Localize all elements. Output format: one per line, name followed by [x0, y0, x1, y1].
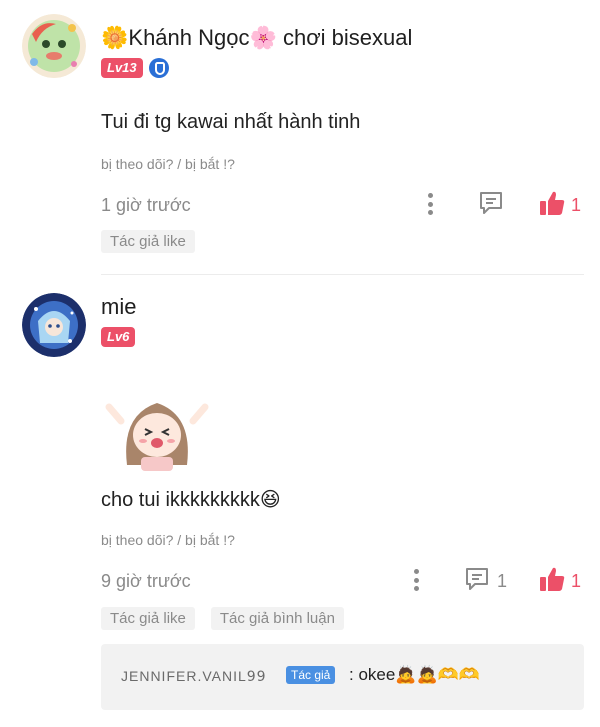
- author-badge: Tác giả: [286, 666, 336, 684]
- tag-author-like: Tác giả like: [101, 230, 195, 253]
- username[interactable]: 🌼Khánh Ngọc🌸 chơi bisexual: [101, 25, 412, 51]
- timestamp: 1 giờ trước: [101, 195, 191, 215]
- tag-author-commented: Tác giả bình luận: [210, 607, 344, 630]
- author-reply-preview[interactable]: JENNIFER.VANIL𝟫𝟫 Tác giả : okee🙇🙇🫶🫶: [101, 644, 584, 710]
- reply-count: 1: [497, 571, 508, 591]
- follow-line[interactable]: bị theo dõi? / bị bắt !?: [101, 532, 235, 548]
- user-badges: Lv6: [101, 327, 136, 347]
- level-badge: Lv6: [101, 327, 136, 347]
- avatar-khanh-ngoc[interactable]: [22, 14, 86, 78]
- timestamp: 9 giờ trước: [101, 571, 191, 591]
- tags: Tác giả like: [101, 230, 195, 253]
- comment-text: cho tui ikkkkkkkkk😆: [101, 489, 281, 511]
- reply-author[interactable]: JENNIFER.VANIL𝟫𝟫: [121, 668, 267, 685]
- comment-icon[interactable]: [464, 566, 490, 592]
- tag-author-like: Tác giả like: [101, 607, 195, 630]
- level-badge: Lv13: [101, 58, 143, 78]
- divider: [101, 274, 584, 275]
- comment-text: Tui đi tg kawai nhất hành tinh: [101, 111, 361, 133]
- reply-text: : okee🙇🙇🫶🫶: [349, 665, 480, 684]
- verified-icon: [148, 58, 169, 78]
- user-badges: Lv13: [101, 58, 169, 78]
- tags: Tác giả like Tác giả bình luận: [101, 607, 344, 630]
- sticker-image[interactable]: [101, 385, 213, 473]
- like-count: 1: [571, 195, 582, 215]
- like-count: 1: [571, 571, 582, 591]
- follow-line[interactable]: bị theo dõi? / bị bắt !?: [101, 156, 235, 172]
- like-icon[interactable]: [538, 189, 566, 217]
- like-icon[interactable]: [538, 565, 566, 593]
- more-icon[interactable]: [427, 193, 433, 215]
- avatar-mie[interactable]: [22, 293, 86, 357]
- more-icon[interactable]: [413, 569, 419, 591]
- comment-icon[interactable]: [478, 190, 504, 216]
- username[interactable]: mie: [101, 294, 136, 320]
